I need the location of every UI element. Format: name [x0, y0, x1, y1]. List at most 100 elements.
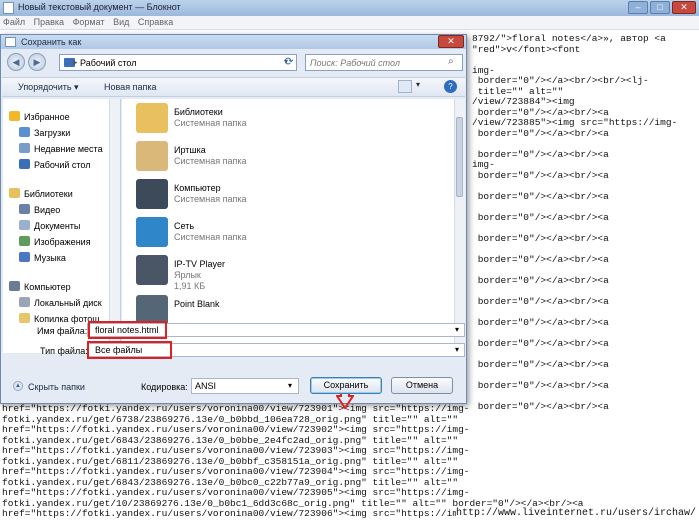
file-item[interactable]: Иртшка Системная папка — [132, 141, 452, 175]
file-name: Библиотеки — [174, 107, 223, 117]
text-line — [472, 328, 697, 339]
text-line: href="https://fotki.yandex.ru/users/voro… — [2, 424, 470, 435]
menu-view[interactable]: Вид — [110, 16, 132, 27]
music-icon — [19, 252, 30, 262]
navigation-scrollbar[interactable] — [109, 99, 120, 353]
save-button[interactable]: Сохранить — [310, 377, 382, 394]
notepad-title: Новый текстовый документ — Блокнот — [18, 2, 181, 12]
star-icon — [9, 111, 20, 121]
nav-item-label: Музыка — [34, 253, 66, 263]
text-line: border="0"/></a><br/><a — [472, 190, 609, 202]
text-line — [472, 286, 697, 297]
hide-folders-button[interactable]: Скрыть папки — [28, 382, 85, 392]
menu-file[interactable]: Файл — [0, 16, 28, 27]
dialog-close-button[interactable]: ✕ — [438, 35, 464, 48]
refresh-icon[interactable]: ⟳ — [281, 55, 297, 69]
search-icon[interactable]: ⌕ — [448, 56, 454, 67]
file-name: Компьютер — [174, 183, 221, 193]
dialog-title: Сохранить как — [21, 37, 82, 47]
organize-button[interactable]: Упорядочить ▾ — [18, 82, 79, 93]
text-line: border="0"/></a><br/><a — [472, 127, 609, 139]
file-item[interactable]: Сеть Системная папка — [132, 217, 452, 251]
text-line: border="0"/></a><br/><a — [472, 337, 609, 349]
help-icon[interactable]: ? — [444, 80, 457, 93]
scroll-thumb[interactable] — [456, 117, 463, 197]
file-type: Системная папка — [174, 118, 247, 128]
nav-item-label: Рабочий стол — [34, 160, 91, 170]
text-line — [472, 55, 697, 66]
cancel-button[interactable]: Отмена — [391, 377, 453, 394]
nav-item-5[interactable]: Библиотеки — [9, 188, 119, 202]
text-line — [472, 223, 697, 234]
chevron-down-icon[interactable]: ▾ — [455, 325, 459, 334]
text-line: href="https://fotki.yandex.ru/users/voro… — [2, 487, 470, 498]
new-folder-button[interactable]: Новая папка — [104, 82, 156, 92]
text-line — [472, 265, 697, 276]
nav-item-10[interactable]: Компьютер — [9, 281, 119, 295]
view-options-icon[interactable] — [398, 80, 412, 93]
text-line — [472, 202, 697, 213]
maximize-button[interactable]: □ — [650, 1, 670, 14]
text-line: border="0"/></a><br/><a — [472, 253, 609, 265]
notepad-title-bar: Новый текстовый документ — Блокнот – □ ✕ — [0, 0, 699, 16]
text-line: border="0"/></a><br/><a — [472, 148, 609, 160]
search-input[interactable]: Поиск: Рабочий стол ⌕ — [305, 54, 463, 71]
file-item[interactable]: IP-TV Player Ярлык 1,91 КБ — [132, 255, 452, 291]
dialog-toolbar: Упорядочить ▾ Новая папка ▾ ? — [2, 77, 465, 97]
save-as-dialog: Сохранить как ✕ ◀ ▶ ▸ Рабочий стол ▾ ⟳ П… — [0, 34, 467, 409]
forward-button[interactable]: ▶ — [28, 53, 46, 71]
chevron-up-icon[interactable]: ▲ — [13, 381, 23, 391]
text-line: /view/723884"><img — [472, 96, 575, 107]
encoding-select[interactable]: ANSI ▾ — [191, 378, 299, 394]
nav-item-label: Компьютер — [24, 282, 71, 292]
menu-format[interactable]: Формат — [70, 16, 108, 27]
text-line: border="0"/></a><br/><a — [472, 379, 609, 391]
text-line — [472, 139, 697, 150]
text-line — [472, 349, 697, 360]
documents-icon — [19, 220, 30, 230]
file-list: Библиотеки Системная папка Иртшка Системная… — [122, 99, 455, 353]
chevron-down-icon[interactable]: ▾ — [416, 80, 420, 89]
back-button[interactable]: ◀ — [7, 53, 25, 71]
folder-icon — [19, 313, 30, 323]
address-text: Рабочий стол — [80, 58, 137, 68]
file-size: 1,91 КБ — [174, 281, 206, 291]
nav-item-label: Недавние места — [34, 144, 103, 154]
minimize-button[interactable]: – — [628, 1, 648, 14]
file-name: Point Blank — [174, 299, 220, 309]
navigation-pane: Избранное Загрузки Недавние места Рабочий с… — [3, 99, 121, 353]
file-item[interactable]: Компьютер Системная папка — [132, 179, 452, 213]
disk-icon — [19, 297, 30, 307]
notepad-text-bottom: href="https://fotki.yandex.ru/users/voro… — [2, 403, 697, 520]
text-line: href="https://fotki.yandex.ru/users/voro… — [2, 445, 470, 456]
text-line: border="0"/></a><br/><a — [472, 274, 609, 286]
text-line — [472, 391, 697, 402]
recent-places-icon — [19, 143, 30, 153]
file-name: Сеть — [174, 221, 195, 231]
file-name: IP-TV Player — [174, 259, 226, 269]
file-name: Иртшка — [174, 145, 206, 155]
notepad-text-right-column: 8792/">floral notes</a>», автор <a "red">… — [472, 33, 697, 412]
nav-item-1[interactable]: Избранное — [9, 111, 119, 125]
address-bar[interactable]: ▸ Рабочий стол ▾ — [59, 54, 297, 71]
text-line: "red">v</font><font — [472, 43, 581, 55]
computer-icon — [136, 179, 168, 209]
file-type: Ярлык — [174, 270, 201, 280]
text-line — [472, 370, 697, 381]
menu-help[interactable]: Справка — [135, 16, 176, 27]
close-button[interactable]: ✕ — [672, 1, 696, 14]
libraries-icon — [136, 103, 168, 133]
menu-edit[interactable]: Правка — [31, 16, 67, 27]
breadcrumb-chevron-icon: ▸ — [73, 57, 78, 67]
watermark-url: http://www.liveinternet.ru/users/irchaw/ — [455, 508, 696, 519]
network-icon — [136, 217, 168, 247]
chevron-down-icon[interactable]: ▾ — [288, 381, 292, 390]
text-line: border="0"/></a><br/><a — [472, 169, 609, 181]
dialog-title-bar: Сохранить как ✕ — [1, 35, 466, 49]
chevron-down-icon[interactable]: ▾ — [455, 345, 459, 354]
text-line: img- — [472, 159, 495, 170]
text-line: border="0"/></a><br/><a — [472, 316, 609, 328]
nav-item-label: Избранное — [24, 112, 70, 122]
text-line: border="0"/></a><br/><br/><lj- — [472, 75, 649, 86]
file-item[interactable]: Библиотеки Системная папка — [132, 103, 452, 137]
